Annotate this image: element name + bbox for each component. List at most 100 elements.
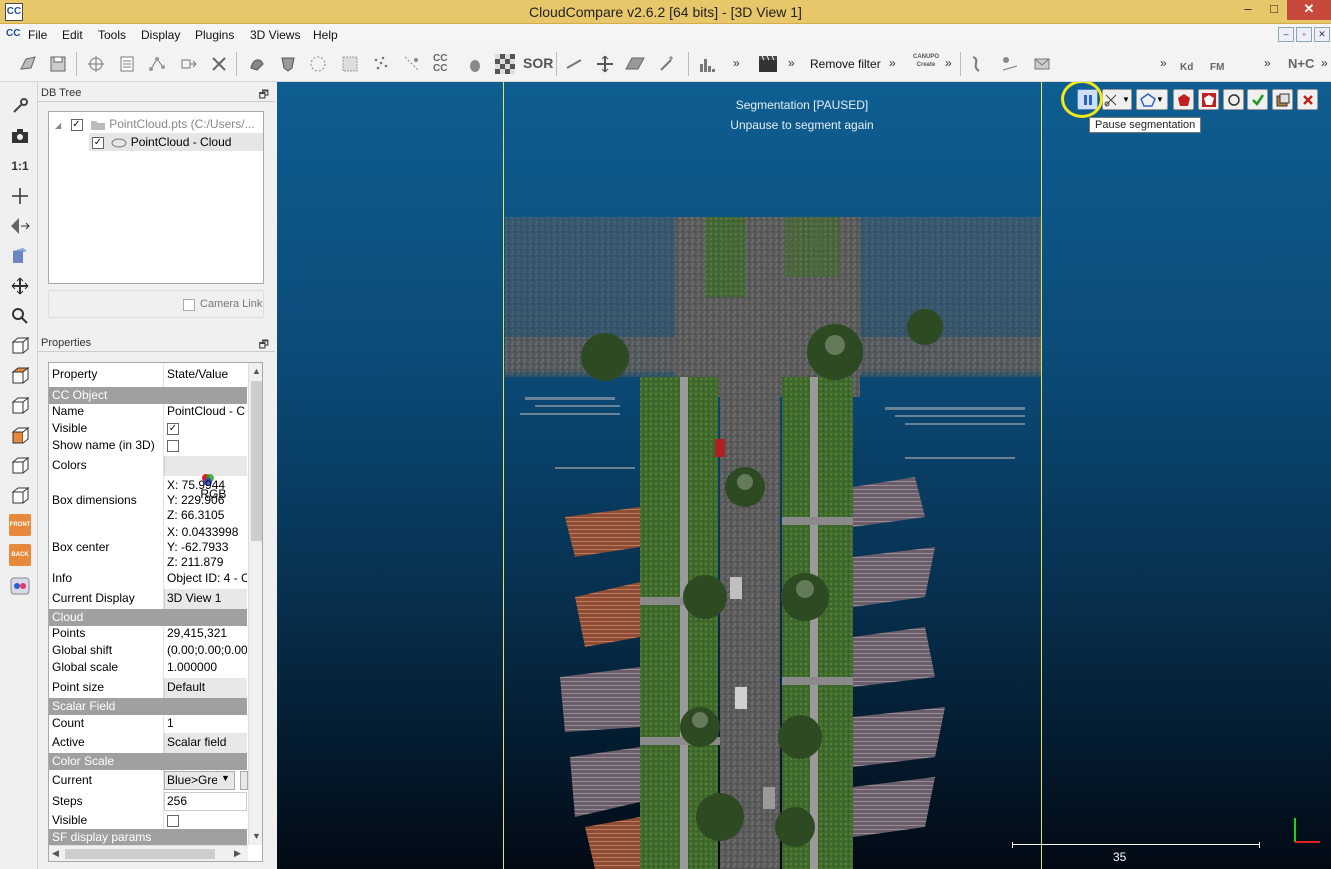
- histogram-icon[interactable]: [697, 53, 719, 75]
- translate-icon[interactable]: [594, 53, 616, 75]
- toolbar-overflow-5[interactable]: »: [1160, 56, 1167, 70]
- toolbar-overflow-4[interactable]: »: [945, 56, 952, 70]
- root-visibility-checkbox[interactable]: ✓: [70, 118, 83, 131]
- pear-icon[interactable]: [464, 53, 486, 75]
- menu-tools[interactable]: Tools: [98, 28, 126, 42]
- view-back-button[interactable]: BACK: [9, 544, 31, 566]
- visible-checkbox[interactable]: ✓: [167, 422, 179, 435]
- view-bottom-icon[interactable]: [8, 484, 32, 508]
- toolbar-overflow-6[interactable]: »: [1264, 56, 1271, 70]
- kd-tree-icon[interactable]: Kd: [1180, 62, 1193, 73]
- toolbar-overflow-1[interactable]: »: [733, 56, 740, 70]
- chevron-down-icon[interactable]: ▼: [1156, 95, 1164, 104]
- zoom-icon[interactable]: [8, 304, 32, 328]
- mesh-icon[interactable]: [246, 53, 268, 75]
- curve-icon[interactable]: [966, 53, 988, 75]
- reset-button[interactable]: [1223, 89, 1244, 110]
- save-icon[interactable]: [47, 53, 69, 75]
- envelope-icon[interactable]: [1031, 53, 1053, 75]
- color-scale-visible-checkbox[interactable]: [167, 814, 179, 827]
- cloud-visibility-checkbox[interactable]: ✓: [92, 136, 104, 149]
- minimize-button[interactable]: –: [1235, 0, 1261, 20]
- delete-icon[interactable]: [208, 53, 230, 75]
- fast-marching-icon[interactable]: FM: [1210, 62, 1224, 73]
- view-front-button[interactable]: FRONT: [9, 514, 31, 536]
- crosshair-icon[interactable]: [8, 184, 32, 208]
- collapse-arrow-icon[interactable]: ◢: [55, 121, 61, 130]
- tree-node-cloud[interactable]: ✓ PointCloud - Cloud: [89, 133, 263, 151]
- remove-filter-button[interactable]: Remove filter: [810, 57, 881, 71]
- chevron-down-icon[interactable]: ▼: [1122, 95, 1130, 104]
- zoom-one-to-one-icon[interactable]: 1:1: [8, 154, 32, 178]
- wand-icon[interactable]: [656, 53, 678, 75]
- subsample-icon[interactable]: [339, 53, 361, 75]
- cloud-compare-icon[interactable]: CC CC: [433, 54, 447, 74]
- clapperboard-icon[interactable]: [757, 53, 779, 75]
- 3d-view[interactable]: Segmentation [PAUSED] Unpause to segment…: [277, 82, 1331, 869]
- properties-list-icon[interactable]: [116, 53, 138, 75]
- chevron-down-icon[interactable]: ▼: [221, 773, 230, 783]
- view-front-face-icon[interactable]: [8, 424, 32, 448]
- mdi-restore-button[interactable]: ▫: [1296, 27, 1312, 42]
- toolbar-overflow-7[interactable]: »: [1321, 56, 1328, 70]
- checkerboard-icon[interactable]: [494, 53, 516, 75]
- maximize-button[interactable]: □: [1261, 0, 1287, 20]
- confirm-button[interactable]: [1247, 89, 1268, 110]
- name-value[interactable]: PointCloud - C: [167, 404, 247, 418]
- point-picking-icon[interactable]: [85, 53, 107, 75]
- polygon-mode-button[interactable]: ▼: [1136, 89, 1168, 110]
- menu-help[interactable]: Help: [313, 28, 338, 42]
- view-right-icon[interactable]: [8, 454, 32, 478]
- plane-icon[interactable]: [624, 53, 646, 75]
- scroll-right-icon[interactable]: ▶: [234, 848, 241, 859]
- float-panel-icon[interactable]: 🗗: [259, 336, 269, 355]
- open-icon[interactable]: [17, 53, 39, 75]
- view-left-icon[interactable]: [8, 394, 32, 418]
- scroll-left-icon[interactable]: ◀: [52, 848, 59, 859]
- sor-filter-icon[interactable]: SOR: [523, 55, 553, 71]
- graph-nodes-icon[interactable]: [146, 53, 168, 75]
- polyline-mode-button[interactable]: ▼: [1102, 89, 1132, 110]
- segment-out-button[interactable]: [1198, 89, 1219, 110]
- camera-icon[interactable]: [8, 124, 32, 148]
- sample-points-icon[interactable]: [307, 53, 329, 75]
- toolbar-overflow-3[interactable]: »: [889, 56, 896, 70]
- menu-edit[interactable]: Edit: [62, 28, 83, 42]
- shield-icon[interactable]: [277, 53, 299, 75]
- menu-plugins[interactable]: Plugins: [195, 28, 234, 42]
- confirm-and-delete-button[interactable]: [1272, 89, 1293, 110]
- properties-vertical-scrollbar[interactable]: ▲ ▼: [248, 363, 262, 845]
- wrench-icon[interactable]: [8, 94, 32, 118]
- segmentation-status: Segmentation [PAUSED] Unpause to segment…: [697, 95, 907, 135]
- show-name-checkbox[interactable]: [167, 439, 179, 452]
- menu-display[interactable]: Display: [141, 28, 180, 42]
- stereo-mode-icon[interactable]: [8, 574, 32, 598]
- tree-node-root[interactable]: ◢ ✓ PointCloud.pts (C:/Users/...: [55, 115, 255, 133]
- normals-compute-icon[interactable]: N+C: [1288, 56, 1314, 71]
- canupo-create-icon[interactable]: CANUPO Create: [910, 53, 942, 69]
- rotation-center-icon[interactable]: [8, 274, 32, 298]
- filter-points-icon[interactable]: [401, 53, 423, 75]
- scroll-down-icon[interactable]: ▼: [252, 831, 261, 841]
- object-layer-icon[interactable]: [8, 244, 32, 268]
- pick-profile-icon[interactable]: [999, 53, 1021, 75]
- menu-file[interactable]: File: [28, 28, 47, 42]
- view-top-icon[interactable]: [8, 364, 32, 388]
- clone-icon[interactable]: [178, 53, 200, 75]
- mdi-minimize-button[interactable]: –: [1278, 27, 1294, 42]
- color-scale-editor-button[interactable]: [240, 771, 248, 790]
- camera-link-checkbox[interactable]: [183, 299, 195, 311]
- menu-3d-views[interactable]: 3D Views: [250, 28, 300, 42]
- float-panel-icon[interactable]: 🗗: [259, 86, 269, 105]
- perspective-icon[interactable]: [8, 214, 32, 238]
- mdi-close-button[interactable]: ✕: [1314, 27, 1330, 42]
- toolbar-overflow-2[interactable]: »: [788, 56, 795, 70]
- view-iso-1-icon[interactable]: [8, 334, 32, 358]
- segment-in-button[interactable]: [1173, 89, 1194, 110]
- cancel-button[interactable]: [1297, 89, 1318, 110]
- close-button[interactable]: ✕: [1287, 0, 1331, 20]
- ruler-icon[interactable]: [563, 53, 585, 75]
- scroll-up-icon[interactable]: ▲: [252, 366, 261, 376]
- properties-horizontal-scrollbar[interactable]: ◀ ▶: [49, 845, 248, 861]
- noise-filter-icon[interactable]: [370, 53, 392, 75]
